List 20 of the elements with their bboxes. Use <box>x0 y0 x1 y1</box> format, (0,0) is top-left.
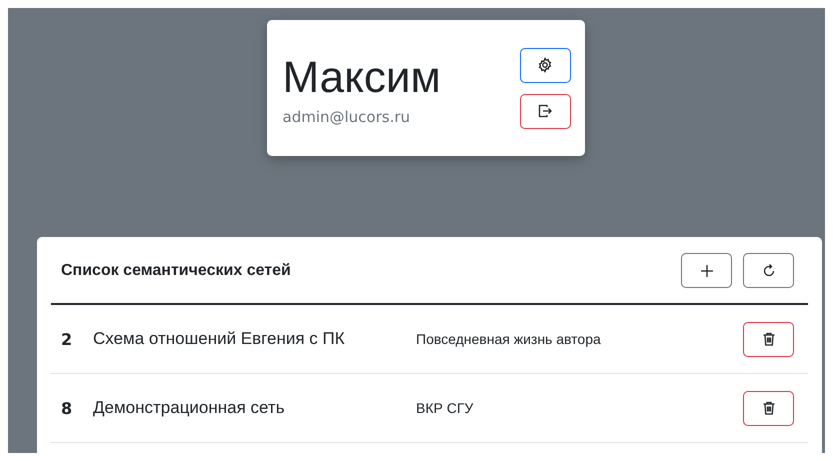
network-name: Схема отношений Евгения с ПК <box>93 329 346 349</box>
network-description: Повседневная жизнь автора <box>416 331 602 347</box>
delete-button[interactable] <box>743 322 794 356</box>
delete-button[interactable] <box>743 390 794 426</box>
user-email: admin@lucors.ru <box>282 108 412 126</box>
network-number: 8 <box>61 398 74 418</box>
trash-icon <box>760 331 776 347</box>
network-name: Демонстрационная сеть <box>93 398 286 418</box>
refresh-button[interactable] <box>743 253 794 288</box>
add-button[interactable] <box>681 253 732 288</box>
settings-icon <box>537 57 553 73</box>
network-description: ВКР СГУ <box>416 400 474 416</box>
list-title: Список семантических сетей <box>61 262 291 280</box>
network-number: 2 <box>61 330 74 348</box>
user-name: Максим <box>282 54 441 102</box>
settings-button[interactable] <box>520 48 570 82</box>
logout-button[interactable] <box>520 94 570 128</box>
plus-icon <box>698 262 714 278</box>
logout-icon <box>537 103 553 119</box>
trash-icon <box>760 400 776 416</box>
